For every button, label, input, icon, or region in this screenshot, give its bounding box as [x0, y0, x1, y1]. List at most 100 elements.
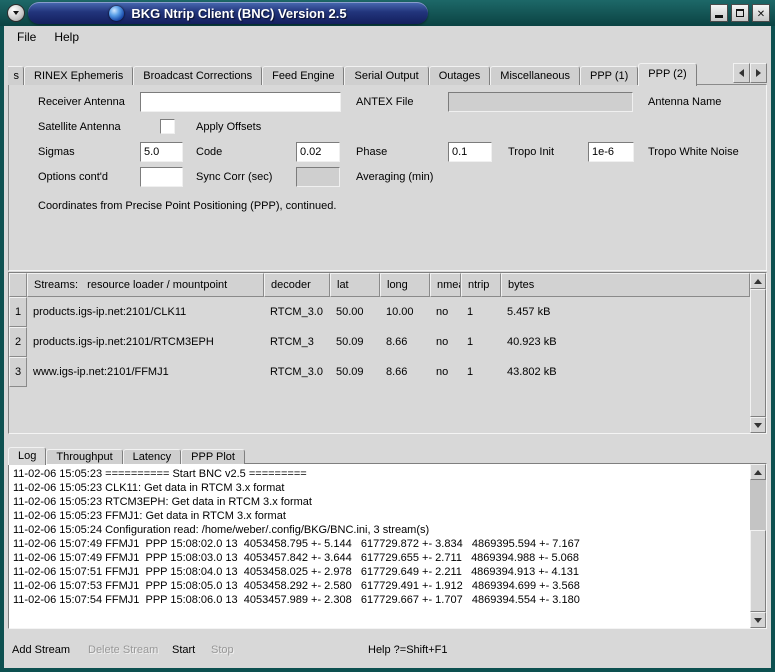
col-header-ntrip[interactable]: ntrip: [461, 273, 501, 297]
tab-ppp-1[interactable]: PPP (1): [580, 66, 638, 85]
streams-vertical-scrollbar[interactable]: [750, 273, 766, 433]
cell-nmea: no: [430, 297, 461, 327]
phase-label: Phase: [356, 146, 387, 158]
table-row[interactable]: 2 products.igs-ip.net:2101/RTCM3EPH RTCM…: [9, 327, 750, 357]
col-header-bytes[interactable]: bytes: [501, 273, 750, 297]
tab-ppp-plot[interactable]: PPP Plot: [181, 449, 245, 464]
cell-ntrip: 1: [461, 297, 501, 327]
window-controls: [710, 4, 770, 22]
config-tabbar: s RINEX Ephemeris Broadcast Corrections …: [8, 62, 767, 85]
monitor-tabbar: Log Throughput Latency PPP Plot: [8, 446, 245, 464]
close-icon: [757, 6, 765, 20]
log-line: 11-02-06 15:07:53 FFMJ1 PPP 15:08:05.0 1…: [13, 579, 748, 593]
log-line: 11-02-06 15:07:49 FFMJ1 PPP 15:08:03.0 1…: [13, 551, 748, 565]
averaging-label: Averaging (min): [356, 171, 433, 183]
cell-bytes: 43.802 kB: [501, 357, 750, 387]
options-contd-label: Options cont'd: [38, 171, 108, 183]
log-line: 11-02-06 15:05:23 RTCM3EPH: Get data in …: [13, 495, 748, 509]
cell-ntrip: 1: [461, 327, 501, 357]
cell-lat: 50.00: [330, 297, 380, 327]
scroll-up-button[interactable]: [750, 464, 766, 480]
scroll-up-button[interactable]: [750, 273, 766, 289]
scroll-down-button[interactable]: [750, 417, 766, 433]
streams-header-row: Streams: resource loader / mountpoint de…: [9, 273, 750, 297]
minimize-button[interactable]: [710, 4, 728, 22]
scrollbar-thumb[interactable]: [750, 530, 766, 612]
col-header-long[interactable]: long: [380, 273, 430, 297]
tab-scroll-left-button[interactable]: [733, 63, 750, 83]
sigmas-code-input[interactable]: [140, 142, 183, 162]
tropo-init-label: Tropo Init: [508, 146, 554, 158]
arrow-up-icon: [754, 470, 762, 475]
menu-file[interactable]: File: [8, 28, 45, 46]
tab-serial-output[interactable]: Serial Output: [344, 66, 428, 85]
tab-feed-engine[interactable]: Feed Engine: [262, 66, 344, 85]
row-number[interactable]: 2: [9, 327, 27, 357]
close-button[interactable]: [752, 4, 770, 22]
tab-log[interactable]: Log: [8, 447, 46, 465]
bnc-window: BKG Ntrip Client (BNC) Version 2.5 File …: [0, 0, 775, 672]
ppp2-panel: Receiver Antenna ANTEX File Antenna Name…: [8, 84, 767, 271]
tab-throughput[interactable]: Throughput: [46, 449, 122, 464]
tab-clipped[interactable]: s: [8, 66, 24, 85]
log-vertical-scrollbar[interactable]: [750, 464, 766, 628]
code-label: Code: [196, 146, 222, 158]
arrow-down-icon: [754, 423, 762, 428]
chevron-right-icon: [756, 69, 761, 77]
title-capsule: BKG Ntrip Client (BNC) Version 2.5: [28, 2, 428, 24]
menu-help[interactable]: Help: [45, 28, 88, 46]
row-number[interactable]: 1: [9, 297, 27, 327]
apply-offsets-checkbox[interactable]: [160, 119, 175, 134]
cell-mountpoint: www.igs-ip.net:2101/FFMJ1: [27, 357, 264, 387]
window-title: BKG Ntrip Client (BNC) Version 2.5: [131, 6, 346, 21]
client-area: File Help s RINEX Ephemeris Broadcast Co…: [4, 26, 771, 668]
maximize-icon: [736, 9, 744, 17]
log-line: 11-02-06 15:07:49 FFMJ1 PPP 15:08:02.0 1…: [13, 537, 748, 551]
tab-rinex-ephemeris[interactable]: RINEX Ephemeris: [24, 66, 133, 85]
antenna-name-label: Antenna Name: [648, 96, 721, 108]
tropo-init-input[interactable]: [588, 142, 634, 162]
phase-sigma-input[interactable]: [448, 142, 492, 162]
log-line: 11-02-06 15:05:23 FFMJ1: Get data in RTC…: [13, 509, 748, 523]
tab-outages[interactable]: Outages: [429, 66, 491, 85]
col-header-lat[interactable]: lat: [330, 273, 380, 297]
maximize-button[interactable]: [731, 4, 749, 22]
table-row[interactable]: 1 products.igs-ip.net:2101/CLK11 RTCM_3.…: [9, 297, 750, 327]
scroll-down-button[interactable]: [750, 612, 766, 628]
start-button[interactable]: Start: [172, 644, 195, 656]
code-sigma-input[interactable]: [296, 142, 340, 162]
cell-mountpoint: products.igs-ip.net:2101/CLK11: [27, 297, 264, 327]
receiver-antenna-input[interactable]: [140, 92, 341, 112]
table-corner: [9, 273, 27, 297]
tab-broadcast-corrections[interactable]: Broadcast Corrections: [133, 66, 262, 85]
options-contd-input[interactable]: [140, 167, 183, 187]
window-menu-button[interactable]: [7, 4, 25, 22]
add-stream-button[interactable]: Add Stream: [12, 644, 70, 656]
cell-decoder: RTCM_3.0: [264, 297, 330, 327]
table-row[interactable]: 3 www.igs-ip.net:2101/FFMJ1 RTCM_3.0 50.…: [9, 357, 750, 387]
scrollbar-thumb[interactable]: [750, 289, 766, 417]
titlebar[interactable]: BKG Ntrip Client (BNC) Version 2.5: [0, 0, 775, 26]
log-line: 11-02-06 15:05:23 ========== Start BNC v…: [13, 467, 748, 481]
col-header-nmea[interactable]: nmea: [430, 273, 461, 297]
arrow-down-icon: [754, 618, 762, 623]
tab-miscellaneous[interactable]: Miscellaneous: [490, 66, 580, 85]
cell-lat: 50.09: [330, 327, 380, 357]
tab-scroll-right-button[interactable]: [750, 63, 767, 83]
minimize-icon: [715, 15, 723, 18]
app-icon: [109, 6, 124, 21]
tropo-white-noise-label: Tropo White Noise: [648, 146, 739, 158]
sigmas-label: Sigmas: [38, 146, 75, 158]
log-line: 11-02-06 15:05:23 CLK11: Get data in RTC…: [13, 481, 748, 495]
tab-ppp-2[interactable]: PPP (2): [638, 63, 696, 86]
tab-latency[interactable]: Latency: [123, 449, 182, 464]
row-number[interactable]: 3: [9, 357, 27, 387]
sync-corr-label: Sync Corr (sec): [196, 171, 272, 183]
cell-long: 10.00: [380, 297, 430, 327]
cell-nmea: no: [430, 327, 461, 357]
apply-offsets-label: Apply Offsets: [196, 121, 261, 133]
col-header-mountpoint[interactable]: Streams: resource loader / mountpoint: [27, 273, 264, 297]
col-header-decoder[interactable]: decoder: [264, 273, 330, 297]
log-panel: 11-02-06 15:05:23 ========== Start BNC v…: [8, 463, 767, 629]
cell-long: 8.66: [380, 327, 430, 357]
